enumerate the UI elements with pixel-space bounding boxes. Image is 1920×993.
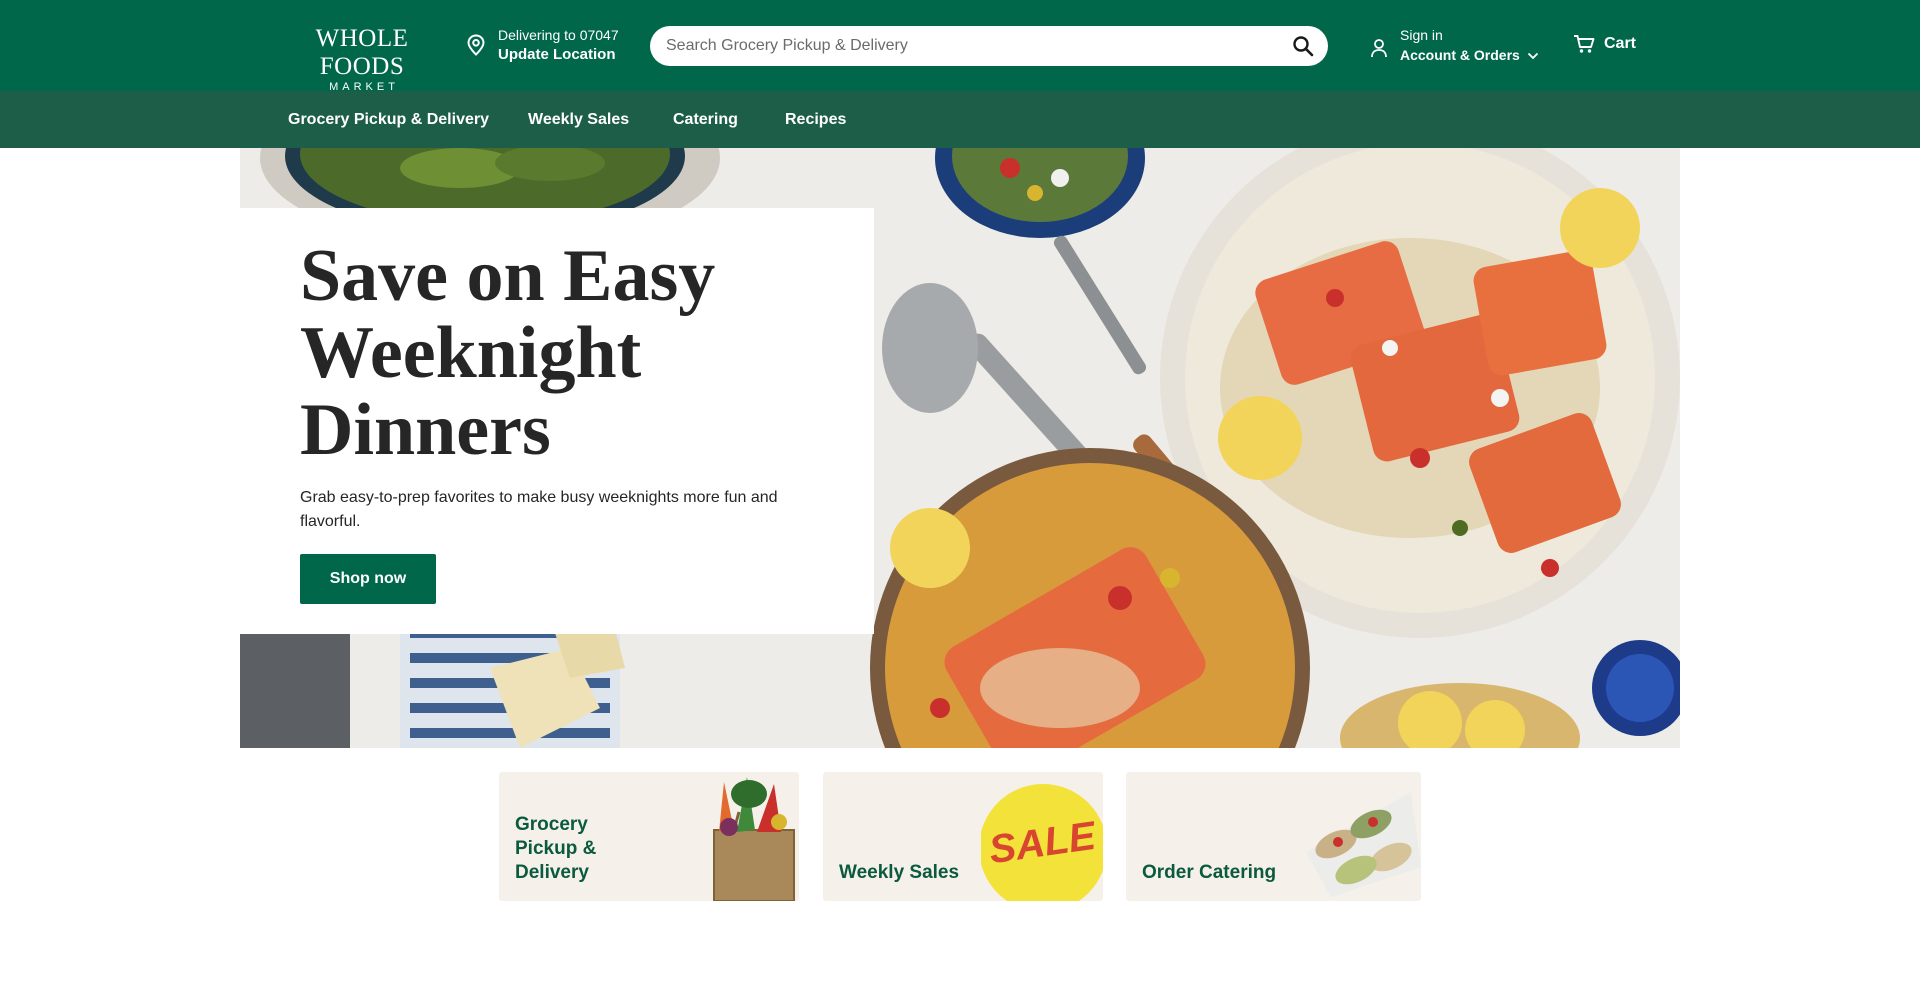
sale-badge-image: SALE — [981, 784, 1103, 901]
promo-card-label: Order Catering — [1142, 861, 1276, 885]
hero-description: Grab easy-to-prep favorites to make busy… — [300, 489, 778, 530]
search-input[interactable] — [666, 26, 1266, 66]
promo-card-label: Grocery Pickup & Delivery — [515, 813, 645, 885]
whole-foods-logo[interactable]: WHOLE FOODS MARKET — [287, 25, 437, 93]
account-text: Sign in Account & Orders — [1400, 26, 1539, 66]
chevron-down-icon — [1527, 52, 1538, 60]
search-bar — [650, 26, 1328, 66]
cart-icon — [1574, 35, 1595, 53]
catering-platter-image — [1306, 792, 1421, 897]
person-icon — [1371, 39, 1387, 58]
promo-card-weekly-sales[interactable]: SALE Weekly Sales — [823, 772, 1103, 901]
nav-item-weekly-sales[interactable]: Weekly Sales — [528, 91, 629, 148]
search-icon[interactable] — [1292, 35, 1314, 57]
sign-in-label: Sign in — [1400, 27, 1443, 43]
promo-label-text: Grocery Pickup & Delivery — [515, 814, 597, 883]
shop-now-button[interactable]: Shop now — [300, 554, 436, 604]
hero-text-panel: Save on Easy Weeknight Dinners Grab easy… — [240, 208, 874, 634]
account-orders-label: Account & Orders — [1400, 44, 1539, 66]
location-selector[interactable]: Delivering to 07047 Update Location — [466, 26, 619, 66]
update-location-link[interactable]: Update Location — [498, 44, 619, 66]
location-text: Delivering to 07047 Update Location — [498, 26, 619, 66]
account-menu[interactable]: Sign in Account & Orders — [1370, 26, 1539, 66]
nav-item-catering[interactable]: Catering — [673, 91, 738, 148]
hero-title: Save on Easy Weeknight Dinners — [300, 235, 716, 471]
promo-card-grocery-pickup[interactable]: Grocery Pickup & Delivery — [499, 772, 799, 901]
nav-item-recipes[interactable]: Recipes — [785, 91, 846, 148]
grocery-bag-image — [713, 777, 795, 901]
location-pin-icon — [467, 34, 485, 56]
cart-label: Cart — [1604, 35, 1637, 52]
main-nav: Grocery Pickup & Delivery Weekly Sales C… — [0, 91, 1920, 148]
promo-label-text: Weekly Sales — [839, 862, 960, 883]
nav-item-grocery-pickup-delivery[interactable]: Grocery Pickup & Delivery — [288, 91, 489, 148]
delivering-to-label: Delivering to 07047 — [498, 27, 619, 43]
promo-card-label: Weekly Sales — [839, 861, 959, 885]
promo-label-text: Order Catering — [1142, 862, 1277, 883]
promo-card-order-catering[interactable]: Order Catering — [1126, 772, 1421, 901]
account-orders-text: Account & Orders — [1400, 47, 1520, 63]
top-header: WHOLE FOODS MARKET Delivering to 07047 U… — [0, 0, 1920, 93]
logo-wordmark: WHOLE FOODS — [315, 25, 409, 80]
cart-button[interactable]: Cart — [1573, 34, 1636, 54]
